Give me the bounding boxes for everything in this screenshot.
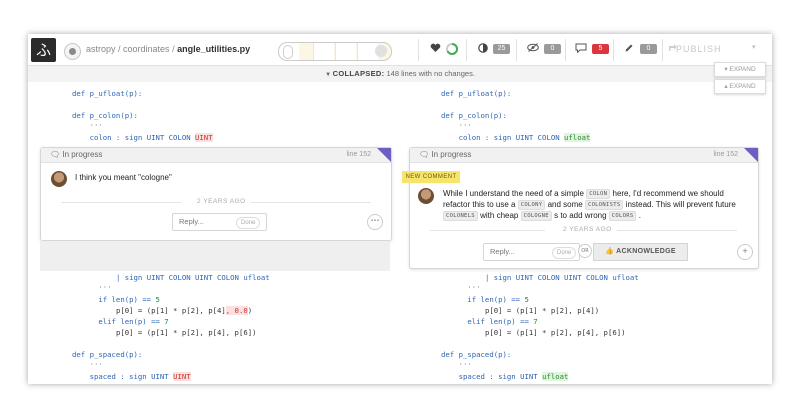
reply-placeholder: Reply... <box>490 247 515 256</box>
new-comment-label: NEW COMMENT <box>402 171 460 183</box>
added-token: ufloat <box>564 133 591 142</box>
code-line: if len(p) == <box>467 295 525 304</box>
files-count-badge[interactable]: 25 <box>493 43 510 57</box>
reply-placeholder: Reply... <box>179 217 204 226</box>
heart-icon[interactable] <box>430 43 441 57</box>
code-line: elif len(p) == <box>467 317 534 326</box>
left-comment-header: 🗨 In progress line 152 <box>41 148 391 163</box>
comment-text: I think you meant "cologne" <box>75 173 172 182</box>
left-comment-thread: 🗨 In progress line 152 I think you meant… <box>40 147 392 241</box>
add-reaction-button[interactable]: + <box>737 244 753 260</box>
code-line: colon : sign UINT COLON <box>89 133 196 142</box>
removed-token: UINT <box>173 372 191 381</box>
code-line: ''' <box>89 122 103 131</box>
code-line: p[0] = (p[1] * p[2], p[4]) <box>484 306 600 315</box>
expand-up-button[interactable]: ▴ EXPAND <box>714 79 766 94</box>
comment-timestamp: 2 YEARS AGO <box>197 198 246 205</box>
avatar <box>51 171 67 187</box>
thread-corner-flag[interactable] <box>377 148 391 162</box>
added-token: ufloat <box>542 372 569 381</box>
code-line: ''' <box>458 122 472 131</box>
app-logo[interactable]: ふ <box>31 38 56 62</box>
publish-button[interactable]: PUBLISH <box>676 44 722 54</box>
discussions-icon[interactable] <box>575 43 587 57</box>
code-line: colon : sign UINT COLON <box>458 133 565 142</box>
avatar <box>418 188 434 204</box>
code-line: | sign UINT COLON UINT COLON ufloat <box>484 273 639 282</box>
publish-dropdown-chevron-icon[interactable]: ▾ <box>752 43 756 57</box>
code-line: if len(p) == <box>98 295 156 304</box>
comment-timestamp: 2 YEARS AGO <box>563 226 612 233</box>
comment-line-number[interactable]: line 152 <box>713 148 738 162</box>
code-line: ''' <box>98 284 112 293</box>
or-separator: OR <box>578 244 592 258</box>
code-line: p[0] = (p[1] * p[2], p[4] <box>115 306 226 315</box>
code-line: def p_colon(p): <box>72 111 138 120</box>
comment-line-number[interactable]: line 152 <box>346 148 371 162</box>
comment-text: While I understand the need of a simple … <box>443 188 736 221</box>
collapse-arrow-icon: ▼ <box>325 72 333 78</box>
comment-status: In progress <box>431 150 472 159</box>
chat-bubble-icon: 🗨 <box>419 150 430 159</box>
contrast-icon[interactable] <box>478 43 488 57</box>
collapsed-label: COLLAPSED: <box>332 69 385 78</box>
code-line: def p_ufloat(p): <box>72 89 143 98</box>
code-line: def p_colon(p): <box>441 111 507 120</box>
top-toolbar: ふ astropy / coordinates / angle_utilitie… <box>28 34 772 66</box>
removed-token: , 0.0 <box>225 306 248 315</box>
chat-bubble-icon: 🗨 <box>50 150 61 159</box>
code-line: def p_spaced(p): <box>441 350 512 359</box>
code-line: spaced : sign UINT <box>89 372 174 381</box>
code-line: def p_ufloat(p): <box>441 89 512 98</box>
done-button[interactable]: Done <box>236 217 261 229</box>
slider-right-handle[interactable] <box>375 45 387 57</box>
slider-left-handle[interactable] <box>283 45 293 59</box>
code-line: p[0] = (p[1] * p[2], p[4], p[6]) <box>484 328 626 337</box>
code-line: elif len(p) == <box>98 317 165 326</box>
code-line: ''' <box>467 284 481 293</box>
done-button[interactable]: Done <box>552 247 577 259</box>
pencil-icon[interactable] <box>624 43 634 57</box>
more-options-button[interactable]: ••• <box>367 214 383 230</box>
progress-ring-icon[interactable] <box>446 42 459 57</box>
collapsed-text: 148 lines with no changes. <box>386 69 475 78</box>
left-code-top: def p_ufloat(p): def p_colon(p): ''' col… <box>72 88 213 143</box>
acknowledge-button[interactable]: 👍 ACKNOWLEDGE <box>593 243 688 261</box>
reply-input[interactable]: Reply... Done <box>483 243 580 261</box>
code-line: ''' <box>89 361 103 370</box>
drafts-count-badge[interactable]: 0 <box>640 43 657 57</box>
breadcrumb-folder[interactable]: coordinates <box>123 44 170 54</box>
right-code-top: def p_ufloat(p): def p_colon(p): ''' col… <box>441 88 591 143</box>
collapsed-lines-bar[interactable]: ▼ COLLAPSED: 148 lines with no changes. <box>28 66 772 82</box>
code-line: def p_spaced(p): <box>72 350 143 359</box>
right-comment-header: 🗨 In progress line 152 <box>410 148 758 163</box>
reply-input[interactable]: Reply... Done <box>172 213 267 231</box>
right-code-bottom: | sign UINT COLON UINT COLON ufloat ''' … <box>441 273 639 381</box>
code-line: | sign UINT COLON UINT COLON ufloat <box>115 273 270 282</box>
breadcrumb: astropy / coordinates / angle_utilities.… <box>86 44 251 54</box>
thread-corner-flag[interactable] <box>744 148 758 162</box>
review-window: ふ astropy / coordinates / angle_utilitie… <box>28 34 772 384</box>
right-comment-thread: 🗨 In progress line 152 While I understan… <box>409 147 759 269</box>
revision-range-slider[interactable] <box>278 42 392 61</box>
expand-down-button[interactable]: ▾ EXPAND <box>714 62 766 77</box>
code-line: spaced : sign UINT <box>458 372 543 381</box>
watch-eye-icon[interactable] <box>64 43 81 60</box>
breadcrumb-repo[interactable]: astropy <box>86 44 116 54</box>
hidden-count-badge[interactable]: 0 <box>544 43 561 57</box>
discussions-count-badge[interactable]: 5 <box>592 43 609 57</box>
code-line: ''' <box>458 361 472 370</box>
comment-spacer-block <box>40 241 390 271</box>
code-line: p[0] = (p[1] * p[2], p[4], p[6]) <box>115 328 257 337</box>
hidden-eye-icon[interactable] <box>527 43 539 57</box>
removed-token: UINT <box>195 133 213 142</box>
breadcrumb-file: angle_utilities.py <box>177 44 251 54</box>
thumbs-up-icon: 👍 <box>605 248 617 255</box>
left-code-bottom: | sign UINT COLON UINT COLON ufloat ''' … <box>72 273 270 381</box>
comment-status: In progress <box>62 150 103 159</box>
